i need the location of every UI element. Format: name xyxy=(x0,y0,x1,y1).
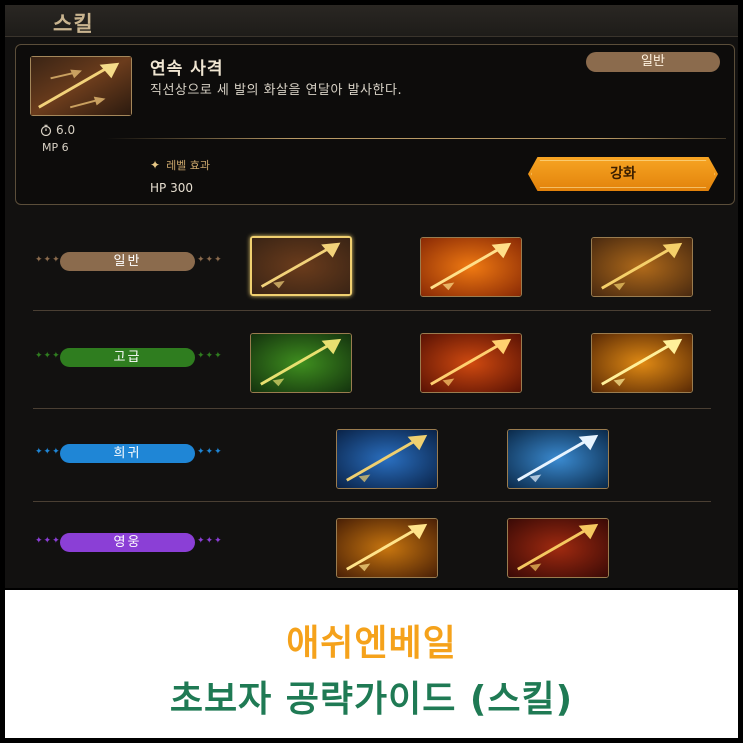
skill-description: 직선상으로 세 발의 화살을 연달아 발사한다. xyxy=(150,83,403,98)
triple-arrow-icon xyxy=(30,56,132,116)
level-effect-label: ✦ 레벨 효과 xyxy=(150,157,210,173)
caption-banner: 애쉬엔베일 초보자 공략가이드 (스킬) xyxy=(5,590,738,738)
sparkle-right-icon: ✦✦✦ xyxy=(197,351,223,361)
sparkle-right-icon: ✦✦✦ xyxy=(197,447,223,457)
fire-arrow-icon[interactable] xyxy=(420,237,522,297)
skill-detail-panel: 6.0 MP 6 연속 사격 직선상으로 세 발의 화살을 연달아 발사한다. … xyxy=(15,44,735,205)
tier-label: 영웅 xyxy=(60,533,195,552)
sparkle-icon: ✦ xyxy=(150,158,161,172)
arrow-rain-icon[interactable] xyxy=(336,429,438,489)
row-divider xyxy=(33,501,711,502)
wind-arrow-icon[interactable] xyxy=(250,333,352,393)
sparkle-right-icon: ✦✦✦ xyxy=(197,536,223,546)
stopwatch-icon xyxy=(40,124,52,136)
sparkle-right-icon: ✦✦✦ xyxy=(197,255,223,265)
row-divider xyxy=(33,310,711,311)
triple-arrow-icon[interactable] xyxy=(250,236,352,296)
enhance-button[interactable]: 강화 xyxy=(528,157,718,191)
game-screen: 스킬 6.0 MP 6 연속 사격 직선상으로 세 발의 화살을 연달아 발사한… xyxy=(5,5,738,588)
page-title: 스킬 xyxy=(53,12,94,36)
tier-row: 희귀 ✦✦✦ ✦✦✦ xyxy=(5,419,738,499)
sparkle-left-icon: ✦✦✦ xyxy=(35,351,61,361)
explosive-arrow-icon[interactable] xyxy=(420,333,522,393)
tier-label: 고급 xyxy=(60,348,195,367)
tier-label: 일반 xyxy=(60,252,195,271)
divider xyxy=(106,138,726,139)
mp-cost: MP 6 xyxy=(42,141,69,154)
row-divider xyxy=(33,408,711,409)
caption-subtitle: 초보자 공략가이드 (스킬) xyxy=(169,679,574,720)
caption-title: 애쉬엔베일 xyxy=(286,623,457,664)
level-effect-value: HP 300 xyxy=(150,181,193,195)
title-bar: 스킬 xyxy=(5,5,738,37)
frost-arrow-icon[interactable] xyxy=(507,429,609,489)
tier-row: 일반 ✦✦✦ ✦✦✦ xyxy=(5,227,738,307)
screenshot-frame: 스킬 6.0 MP 6 연속 사격 직선상으로 세 발의 화살을 연달아 발사한… xyxy=(0,0,743,743)
sparkle-left-icon: ✦✦✦ xyxy=(35,447,61,457)
cooldown-stat: 6.0 xyxy=(40,123,75,137)
split-arrow-icon[interactable] xyxy=(591,237,693,297)
tier-row: 영웅 ✦✦✦ ✦✦✦ xyxy=(5,508,738,588)
tier-label: 희귀 xyxy=(60,444,195,463)
skill-name: 연속 사격 xyxy=(150,59,224,79)
cooldown-value: 6.0 xyxy=(56,123,76,137)
tier-row: 고급 ✦✦✦ ✦✦✦ xyxy=(5,323,738,403)
level-effect-text: 레벨 효과 xyxy=(166,159,211,172)
radial-arrows-icon[interactable] xyxy=(507,518,609,578)
golden-bow-icon[interactable] xyxy=(336,518,438,578)
sparkle-left-icon: ✦✦✦ xyxy=(35,536,61,546)
sparkle-left-icon: ✦✦✦ xyxy=(35,255,61,265)
rarity-badge: 일반 xyxy=(586,52,720,72)
lightning-arrow-icon[interactable] xyxy=(591,333,693,393)
